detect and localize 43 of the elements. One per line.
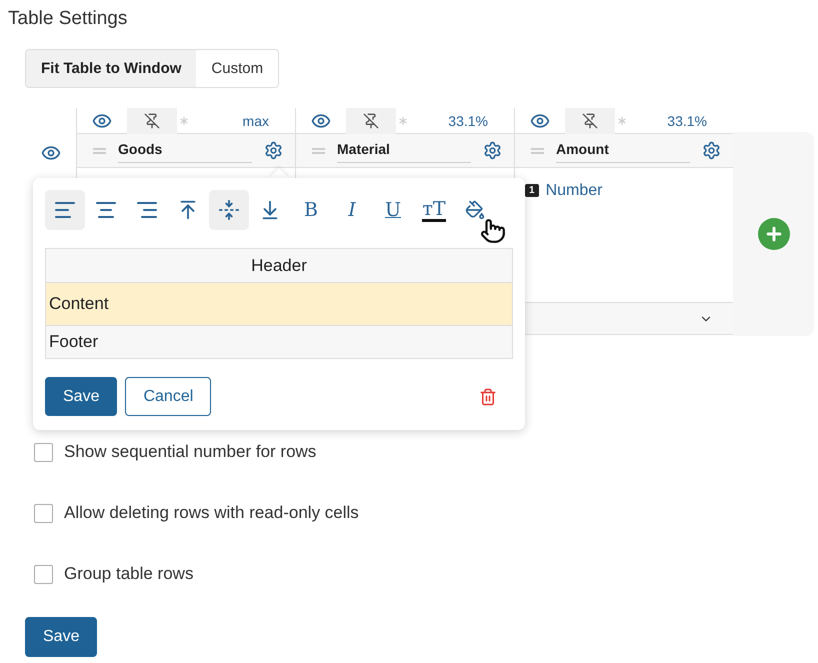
section-row[interactable]: Footer (46, 325, 512, 358)
settings-icon[interactable] (483, 141, 502, 160)
trash-icon[interactable] (479, 388, 497, 406)
pin-off-icon (582, 112, 598, 128)
section-row[interactable]: Header (46, 249, 512, 282)
settings-icon[interactable] (702, 141, 721, 160)
checkbox[interactable] (34, 564, 53, 584)
option-label: Allow deleting rows with read-only cells (64, 503, 359, 523)
drag-handle-icon[interactable] (312, 148, 325, 154)
column-width[interactable]: 33.1% (448, 112, 488, 128)
text-color-button[interactable]: тТ (414, 190, 454, 230)
pin-off-icon (144, 112, 160, 128)
cancel-button[interactable]: Cancel (125, 377, 212, 416)
section-row[interactable]: Content (46, 282, 512, 325)
align-middle-icon (218, 199, 240, 221)
option-label: Show sequential number for rows (64, 442, 316, 462)
pin-button[interactable] (127, 108, 177, 134)
settings-icon[interactable] (264, 141, 283, 160)
mode-tab[interactable]: Fit Table to Window (26, 50, 196, 87)
bold-button[interactable]: B (291, 190, 331, 230)
pin-off-icon (363, 112, 379, 128)
option-label: Group table rows (64, 564, 194, 584)
add-column-button[interactable] (758, 218, 790, 250)
save-button[interactable]: Save (25, 617, 98, 657)
valign-middle-button[interactable] (209, 190, 249, 230)
italic-button[interactable]: I (332, 190, 372, 230)
paint-bucket-icon (465, 200, 485, 220)
number-badge: 1 (525, 184, 539, 197)
plus-icon (764, 224, 784, 244)
align-left-button[interactable] (45, 190, 85, 230)
checkbox[interactable] (34, 504, 53, 522)
pin-button[interactable] (565, 108, 615, 134)
drag-handle-icon[interactable] (93, 148, 106, 154)
hand-cursor-icon (480, 218, 506, 244)
underline-button[interactable]: U (373, 190, 413, 230)
page-title: Table Settings (8, 8, 128, 31)
checkbox[interactable] (34, 442, 53, 462)
drag-handle-icon[interactable] (531, 148, 544, 154)
field-type-link[interactable]: Number (546, 182, 602, 199)
column-width[interactable]: max (242, 112, 269, 128)
column-width[interactable]: 33.1% (667, 112, 707, 128)
pin-button[interactable] (346, 108, 396, 134)
save-button[interactable]: Save (45, 377, 118, 416)
